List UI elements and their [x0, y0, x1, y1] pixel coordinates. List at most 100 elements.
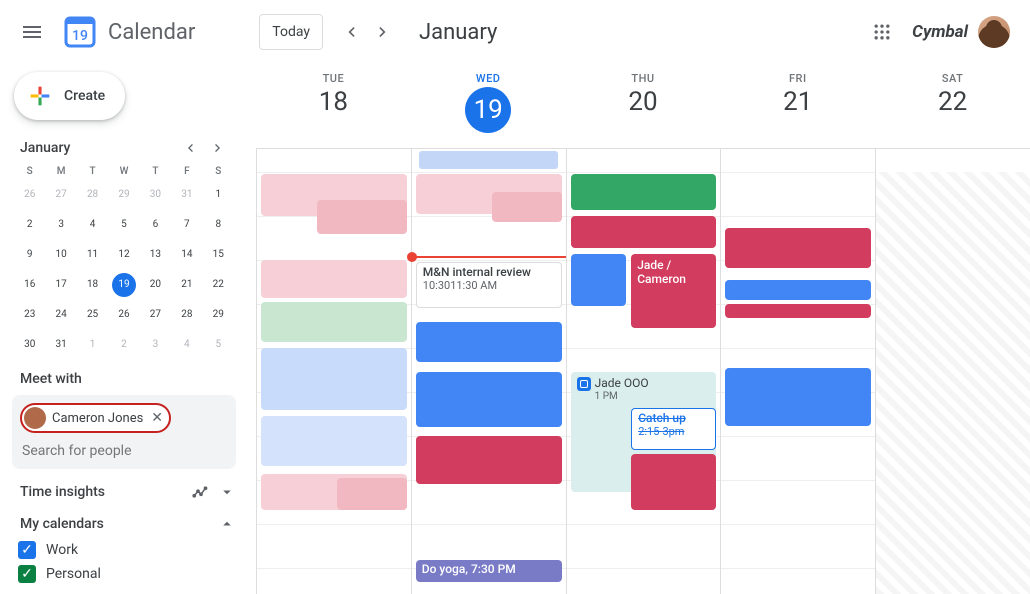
day-header[interactable]: SAT22 [875, 64, 1030, 148]
event-block[interactable] [725, 228, 871, 268]
google-apps-button[interactable] [862, 12, 902, 52]
event-block[interactable] [416, 436, 562, 484]
day-column-tue[interactable] [256, 172, 411, 594]
event-block[interactable] [571, 216, 717, 248]
mini-day[interactable]: 2 [18, 213, 42, 237]
day-header[interactable]: WED19 [411, 64, 566, 148]
mini-day[interactable]: 28 [175, 303, 199, 327]
next-period-button[interactable] [367, 16, 399, 48]
mini-day[interactable]: 4 [175, 333, 199, 357]
mini-day[interactable]: 11 [81, 243, 105, 267]
main-menu-button[interactable] [8, 8, 56, 56]
day-number: 22 [875, 87, 1030, 117]
search-people-input[interactable] [20, 433, 228, 461]
event-block[interactable] [416, 372, 562, 427]
mini-day[interactable]: 23 [18, 303, 42, 327]
event-block[interactable] [725, 280, 871, 300]
time-insights-header[interactable]: Time insights [20, 483, 236, 501]
mini-day[interactable]: 21 [175, 273, 199, 297]
mini-day[interactable]: 14 [175, 243, 199, 267]
mini-next-button[interactable] [206, 136, 230, 160]
mini-day[interactable]: 7 [175, 213, 199, 237]
my-calendars-header[interactable]: My calendars [20, 515, 236, 533]
event-block[interactable] [571, 254, 626, 306]
chip-label: Cameron Jones [52, 411, 143, 426]
event-block[interactable] [261, 348, 407, 410]
mini-day[interactable]: 24 [49, 303, 73, 327]
mini-day[interactable]: 5 [206, 333, 230, 357]
mini-day[interactable]: 12 [112, 243, 136, 267]
hamburger-icon [20, 20, 44, 44]
day-of-week-label: THU [566, 72, 721, 85]
calendar-toggle-work[interactable]: ✓ Work [18, 541, 236, 559]
person-chip[interactable]: Cameron Jones ✕ [20, 403, 171, 433]
mini-day[interactable]: 19 [112, 273, 136, 297]
mini-day[interactable]: 4 [81, 213, 105, 237]
mini-day[interactable]: 6 [143, 213, 167, 237]
mini-day[interactable]: 3 [49, 213, 73, 237]
account-avatar[interactable] [978, 16, 1010, 48]
mini-day[interactable]: 29 [112, 183, 136, 207]
allday-event[interactable] [419, 151, 558, 169]
day-header[interactable]: THU20 [566, 64, 721, 148]
event-block[interactable] [571, 174, 717, 210]
event-block[interactable] [725, 304, 871, 318]
current-time-dot-icon [407, 252, 417, 262]
mini-day[interactable]: 17 [49, 273, 73, 297]
mini-day[interactable]: 28 [81, 183, 105, 207]
event-block[interactable] [317, 200, 407, 234]
event-block[interactable] [261, 416, 407, 466]
mini-day[interactable]: 16 [18, 273, 42, 297]
mini-day[interactable]: 9 [18, 243, 42, 267]
mini-day[interactable]: 3 [143, 333, 167, 357]
day-header[interactable]: FRI21 [720, 64, 875, 148]
mini-day[interactable]: 18 [81, 273, 105, 297]
event-block[interactable] [416, 322, 562, 362]
mini-day[interactable]: 31 [49, 333, 73, 357]
mini-dow: S [14, 166, 45, 177]
mini-day[interactable]: 1 [206, 183, 230, 207]
chip-remove-button[interactable]: ✕ [151, 410, 163, 426]
mini-day[interactable]: 27 [49, 183, 73, 207]
mini-day[interactable]: 15 [206, 243, 230, 267]
event-yoga[interactable]: Do yoga, 7:30 PM [416, 560, 562, 582]
day-column-wed[interactable]: M&N internal review 10:3011:30 AM Do yog… [411, 172, 566, 594]
time-grid[interactable]: M&N internal review 10:3011:30 AM Do yog… [256, 172, 1030, 594]
mini-day[interactable]: 26 [112, 303, 136, 327]
event-block[interactable] [337, 478, 407, 510]
today-button[interactable]: Today [259, 14, 323, 50]
mini-day[interactable]: 5 [112, 213, 136, 237]
event-block[interactable] [631, 454, 716, 510]
day-column-sat[interactable] [875, 172, 1030, 594]
day-column-thu[interactable]: Jade / Cameron Jade OOO 1 PM Catch up 2:… [566, 172, 721, 594]
event-block[interactable] [492, 192, 562, 222]
calendar-toggle-personal[interactable]: ✓ Personal [18, 565, 236, 583]
mini-day[interactable]: 22 [206, 273, 230, 297]
event-mn-review[interactable]: M&N internal review 10:3011:30 AM [416, 262, 562, 308]
mini-day[interactable]: 30 [18, 333, 42, 357]
event-catchup[interactable]: Catch up 2:15-3pm [631, 408, 716, 450]
mini-day[interactable]: 1 [81, 333, 105, 357]
event-block[interactable] [261, 260, 407, 298]
mini-day[interactable]: 8 [206, 213, 230, 237]
day-column-fri[interactable] [720, 172, 875, 594]
mini-day[interactable]: 13 [143, 243, 167, 267]
event-block[interactable] [725, 368, 871, 426]
mini-day[interactable]: 27 [143, 303, 167, 327]
mini-day[interactable]: 31 [175, 183, 199, 207]
mini-day[interactable]: 20 [143, 273, 167, 297]
mini-day[interactable]: 10 [49, 243, 73, 267]
event-jade-cameron[interactable]: Jade / Cameron [631, 254, 716, 328]
calendar-logo-icon: 19 [62, 14, 98, 50]
mini-day[interactable]: 29 [206, 303, 230, 327]
event-block[interactable] [261, 302, 407, 342]
day-header[interactable]: TUE18 [256, 64, 411, 148]
mini-day[interactable]: 26 [18, 183, 42, 207]
checkbox-checked-icon: ✓ [18, 541, 36, 559]
prev-period-button[interactable] [335, 16, 367, 48]
mini-prev-button[interactable] [178, 136, 202, 160]
mini-day[interactable]: 2 [112, 333, 136, 357]
mini-day[interactable]: 25 [81, 303, 105, 327]
create-button[interactable]: Create [14, 72, 125, 120]
mini-day[interactable]: 30 [143, 183, 167, 207]
